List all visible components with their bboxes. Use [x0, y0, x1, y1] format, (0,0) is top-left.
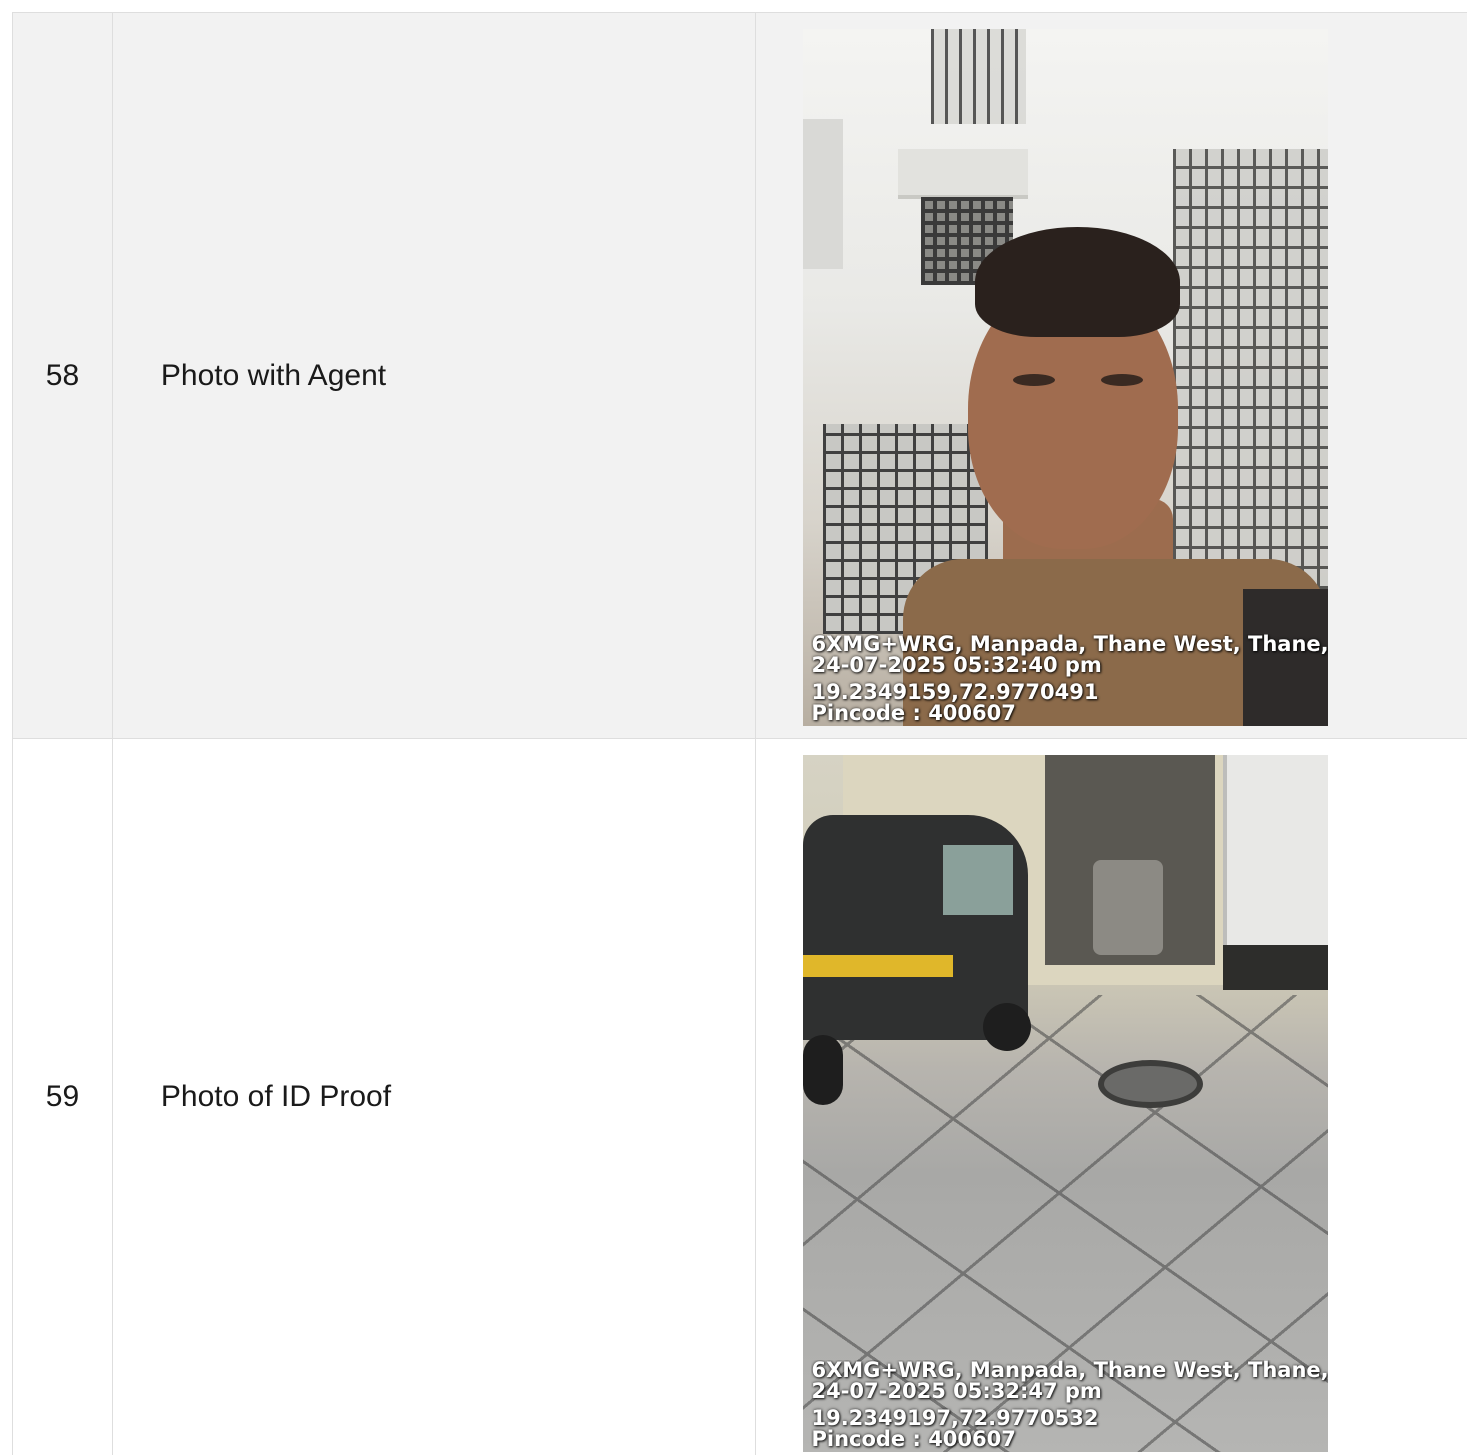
table-row: 58 Photo with Agent 6XMG+WRG, Manpada, T…	[13, 13, 1467, 739]
stamp-coordinates: 19.2349197,72.9770532	[811, 1406, 1099, 1430]
table-row: 59 Photo of ID Proof 6XMG+WRG, Manpada, …	[13, 739, 1467, 1455]
agent-selfie-photo[interactable]: 6XMG+WRG, Manpada, Thane West, Thane, M …	[803, 29, 1329, 726]
stamp-pincode: Pincode : 400607	[811, 701, 1016, 724]
id-proof-photo[interactable]: 6XMG+WRG, Manpada, Thane West, Thane, M …	[803, 755, 1329, 1452]
row-number: 59	[13, 739, 113, 1455]
row-label: Photo of ID Proof	[113, 739, 757, 1455]
stamp-datetime: 24-07-2025 05:32:47 pm	[811, 1379, 1102, 1403]
photo-cell: 6XMG+WRG, Manpada, Thane West, Thane, M …	[756, 739, 1467, 1455]
photo-geotag-stamp: 6XMG+WRG, Manpada, Thane West, Thane, M …	[811, 1360, 1328, 1450]
stamp-address: 6XMG+WRG, Manpada, Thane West, Thane, M	[811, 1360, 1329, 1382]
photo-cell: 6XMG+WRG, Manpada, Thane West, Thane, M …	[756, 13, 1467, 738]
row-number: 58	[13, 13, 113, 738]
stamp-datetime: 24-07-2025 05:32:40 pm	[811, 653, 1102, 677]
stamp-pincode: Pincode : 400607	[811, 1427, 1016, 1450]
photo-geotag-stamp: 6XMG+WRG, Manpada, Thane West, Thane, M …	[811, 634, 1328, 724]
stamp-address: 6XMG+WRG, Manpada, Thane West, Thane, M	[811, 634, 1329, 656]
stamp-coordinates: 19.2349159,72.9770491	[811, 680, 1099, 704]
photo-table: 58 Photo with Agent 6XMG+WRG, Manpada, T…	[12, 12, 1467, 1455]
row-label: Photo with Agent	[113, 13, 757, 738]
